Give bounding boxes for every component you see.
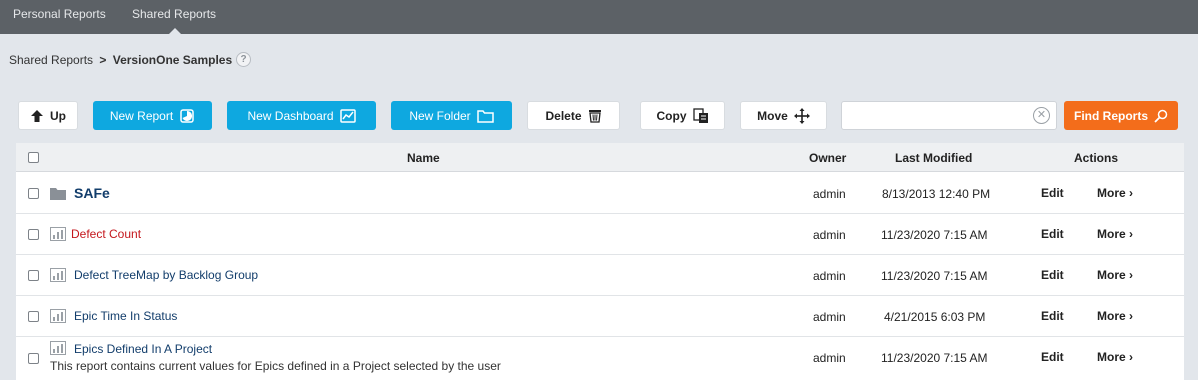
select-all-checkbox[interactable]	[28, 152, 39, 163]
search-input[interactable]	[842, 102, 1022, 129]
row-last-modified: 4/21/2015 6:03 PM	[884, 310, 986, 324]
dashboard-icon	[339, 108, 356, 123]
report-chart-icon	[50, 341, 66, 358]
search-box: ✕	[841, 101, 1057, 130]
breadcrumb-parent[interactable]: Shared Reports	[9, 53, 93, 67]
report-chart-icon	[50, 227, 66, 244]
row-last-modified: 11/23/2020 7:15 AM	[881, 351, 988, 365]
copy-label: Copy	[656, 108, 687, 123]
find-reports-label: Find Reports	[1074, 108, 1148, 123]
row-name-link[interactable]: Epic Time In Status	[74, 309, 177, 323]
find-reports-button[interactable]: Find Reports	[1064, 101, 1178, 130]
column-header-actions: Actions	[1074, 151, 1119, 165]
new-dashboard-label: New Dashboard	[247, 108, 334, 123]
row-edit-button[interactable]: Edit	[1041, 350, 1064, 364]
row-name-link[interactable]: Epics Defined In A Project	[74, 342, 212, 356]
table-row: Defect TreeMap by Backlog Group admin 11…	[16, 255, 1184, 296]
new-dashboard-button[interactable]: New Dashboard	[227, 101, 376, 130]
search-icon	[1154, 109, 1168, 123]
breadcrumb: Shared Reports > VersionOne Samples	[9, 53, 232, 67]
row-last-modified: 11/23/2020 7:15 AM	[881, 269, 988, 283]
new-folder-button[interactable]: New Folder	[391, 101, 512, 130]
arrow-up-icon	[30, 109, 44, 123]
row-name-link[interactable]: SAFe	[74, 185, 110, 201]
up-button[interactable]: Up	[18, 101, 78, 130]
clear-search-icon[interactable]: ✕	[1033, 107, 1050, 124]
more-label: More	[1097, 350, 1126, 364]
row-owner: admin	[813, 187, 846, 201]
row-edit-button[interactable]: Edit	[1041, 227, 1064, 241]
column-header-owner[interactable]: Owner	[809, 151, 846, 165]
row-description: This report contains current values for …	[50, 359, 501, 373]
row-checkbox[interactable]	[28, 229, 39, 240]
chevron-right-icon: ›	[1129, 268, 1134, 282]
row-owner: admin	[813, 351, 846, 365]
tab-shared-reports[interactable]: Shared Reports	[132, 7, 216, 21]
report-chart-icon	[50, 268, 66, 285]
move-arrows-icon	[793, 107, 810, 124]
table-row: Epics Defined In A Project This report c…	[16, 337, 1184, 380]
new-folder-label: New Folder	[409, 108, 471, 123]
delete-label: Delete	[545, 108, 582, 123]
more-label: More	[1097, 309, 1126, 323]
active-tab-caret	[169, 28, 181, 34]
report-chart-icon	[50, 309, 66, 326]
copy-button[interactable]: Copy	[640, 101, 725, 130]
move-button[interactable]: Move	[740, 101, 827, 130]
breadcrumb-current: VersionOne Samples	[112, 53, 233, 67]
breadcrumb-separator: >	[99, 53, 107, 67]
row-checkbox[interactable]	[28, 353, 39, 364]
row-edit-button[interactable]: Edit	[1041, 186, 1064, 200]
new-report-label: New Report	[109, 108, 174, 123]
top-nav: Personal Reports Shared Reports	[0, 0, 1198, 34]
up-label: Up	[50, 108, 66, 123]
row-more-button[interactable]: More ›	[1097, 309, 1133, 323]
row-name-link[interactable]: Defect Count	[71, 227, 141, 241]
column-header-last-modified[interactable]: Last Modified	[895, 151, 972, 165]
table-row: Epic Time In Status admin 4/21/2015 6:03…	[16, 296, 1184, 337]
new-report-button[interactable]: New Report	[93, 101, 212, 130]
copy-icon	[692, 107, 709, 124]
tab-personal-reports[interactable]: Personal Reports	[13, 7, 106, 21]
more-label: More	[1097, 268, 1126, 282]
row-edit-button[interactable]: Edit	[1041, 268, 1064, 282]
delete-button[interactable]: Delete	[527, 101, 620, 130]
row-edit-button[interactable]: Edit	[1041, 309, 1064, 323]
folder-outline-icon	[476, 109, 494, 123]
row-last-modified: 11/23/2020 7:15 AM	[881, 228, 988, 242]
table-header: Name Owner Last Modified Actions	[16, 143, 1184, 172]
row-checkbox[interactable]	[28, 188, 39, 199]
folder-icon	[50, 187, 66, 203]
chevron-right-icon: ›	[1129, 227, 1134, 241]
help-icon[interactable]: ?	[236, 52, 251, 67]
more-label: More	[1097, 227, 1126, 241]
more-label: More	[1097, 186, 1126, 200]
row-more-button[interactable]: More ›	[1097, 186, 1133, 200]
row-more-button[interactable]: More ›	[1097, 227, 1133, 241]
new-report-icon	[179, 108, 195, 124]
row-more-button[interactable]: More ›	[1097, 268, 1133, 282]
row-owner: admin	[813, 310, 846, 324]
row-name-link[interactable]: Defect TreeMap by Backlog Group	[74, 268, 258, 282]
table-row: SAFe admin 8/13/2013 12:40 PM Edit More …	[16, 173, 1184, 214]
chevron-right-icon: ›	[1129, 350, 1134, 364]
table-row: Defect Count admin 11/23/2020 7:15 AM Ed…	[16, 214, 1184, 255]
move-label: Move	[757, 108, 788, 123]
trash-icon	[588, 108, 602, 123]
row-checkbox[interactable]	[28, 311, 39, 322]
row-last-modified: 8/13/2013 12:40 PM	[882, 187, 991, 201]
row-owner: admin	[813, 228, 846, 242]
row-more-button[interactable]: More ›	[1097, 350, 1133, 364]
chevron-right-icon: ›	[1129, 186, 1134, 200]
column-header-name[interactable]: Name	[407, 151, 440, 165]
reports-table: Name Owner Last Modified Actions SAFe ad…	[16, 143, 1184, 380]
row-checkbox[interactable]	[28, 270, 39, 281]
row-owner: admin	[813, 269, 846, 283]
chevron-right-icon: ›	[1129, 309, 1134, 323]
